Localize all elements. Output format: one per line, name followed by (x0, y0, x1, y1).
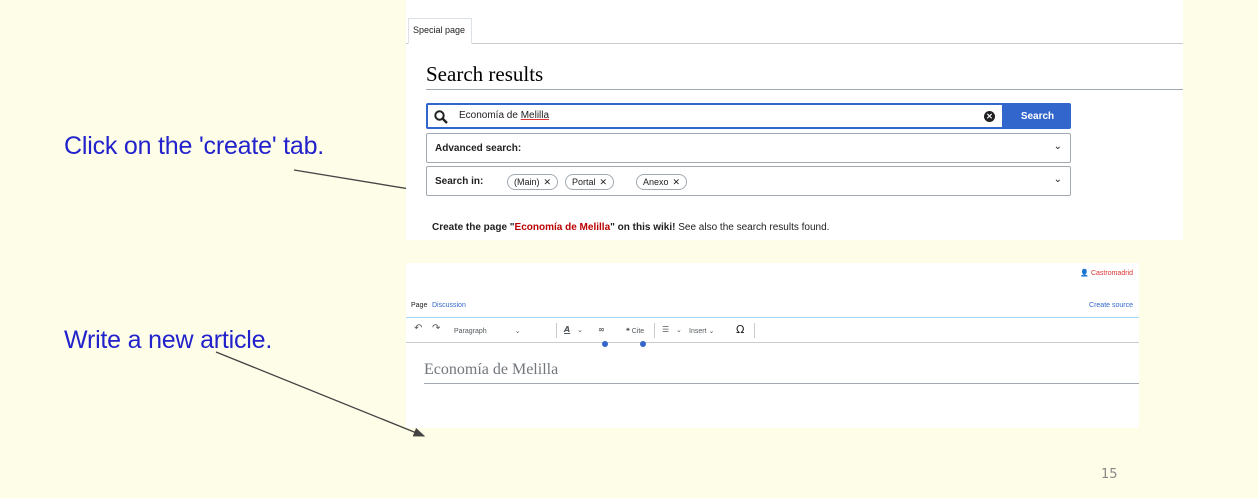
chevron-down-icon: ⌄ (1053, 174, 1062, 185)
create-page-notice: Create the page "Economía de Melilla" on… (432, 222, 829, 233)
tab-create-source[interactable]: Create source (1089, 302, 1133, 309)
username-link[interactable]: Castromadrid (1091, 270, 1133, 277)
toolbar-separator (556, 323, 557, 338)
advanced-search-label: Advanced search: (435, 143, 522, 154)
link-icon[interactable]: ∞ (598, 325, 605, 334)
quote-icon: ❝ (626, 328, 630, 335)
see-also-text: See also the search results found. (675, 222, 830, 233)
article-title-field[interactable]: Economía de Melilla (424, 361, 558, 379)
chevron-down-icon: ⌄ (676, 326, 682, 334)
chevron-down-icon: ⌄ (1053, 141, 1062, 152)
tab-discussion[interactable]: Discussion (432, 302, 466, 309)
text-style-icon[interactable]: A (564, 325, 570, 334)
special-character-icon[interactable]: Ω (736, 323, 744, 336)
namespace-chip-anexo[interactable]: Anexo ✕ (636, 174, 688, 190)
chevron-down-icon: ⌄ (577, 326, 583, 334)
page-tab-bar: Special page (406, 0, 1183, 44)
tab-page[interactable]: Page (411, 302, 427, 309)
search-query-text: Economía de (459, 110, 521, 121)
chevron-down-icon: ⌄ (514, 328, 521, 335)
highlight-dot (602, 341, 608, 347)
toolbar-separator (754, 323, 755, 338)
page-title: Search results (426, 62, 544, 86)
insert-label: Insert (689, 328, 707, 335)
search-results-screenshot: Special page Search results Economía de … (406, 0, 1183, 240)
create-prefix: Create the page " (432, 222, 515, 233)
namespace-label: Anexo (643, 177, 669, 187)
search-in-label: Search in: (435, 176, 484, 187)
paragraph-format-dropdown[interactable]: Paragraph ⌄ (454, 327, 521, 335)
create-page-link[interactable]: Economía de Melilla (515, 222, 611, 233)
heading-divider (426, 89, 1183, 90)
editor-screenshot: 👤 Castromadrid Page Discussion Create sou… (406, 263, 1139, 428)
namespace-chip-portal[interactable]: Portal ✕ (565, 174, 615, 190)
caption-create-tab: Click on the 'create' tab. (64, 132, 325, 160)
redo-icon[interactable]: ↷ (432, 323, 440, 334)
highlight-dot (640, 341, 646, 347)
remove-icon[interactable]: ✕ (673, 178, 681, 188)
create-suffix: " on this wiki! (610, 222, 676, 233)
cite-button[interactable]: ❝ Cite (626, 327, 644, 335)
list-icon[interactable]: ☰ (662, 325, 669, 334)
arrow-to-editor (215, 351, 426, 437)
insert-dropdown[interactable]: Insert ⌄ (689, 327, 714, 335)
namespace-label: (Main) (514, 177, 540, 187)
search-input[interactable]: Economía de Melilla ✕ (426, 103, 1004, 129)
user-icon: 👤 (1080, 269, 1089, 277)
search-in-panel[interactable]: Search in: (Main) ✕ Portal ✕ Anexo ✕ ⌄ (426, 166, 1071, 196)
toolbar-separator (654, 323, 655, 338)
search-query: Economía de Melilla (459, 110, 549, 121)
search-bar: Economía de Melilla ✕ Search (426, 103, 1071, 129)
remove-icon[interactable]: ✕ (600, 178, 608, 188)
advanced-search-panel[interactable]: Advanced search: ⌄ (426, 133, 1071, 163)
cite-label: Cite (631, 328, 645, 335)
clear-icon[interactable]: ✕ (984, 111, 995, 122)
tab-special-page[interactable]: Special page (408, 18, 473, 44)
slide-page-number: 15 (1101, 467, 1118, 482)
undo-icon[interactable]: ↶ (414, 323, 422, 334)
search-query-misspelled: Melilla (520, 110, 550, 121)
title-divider (424, 383, 1139, 384)
caption-write-article: Write a new article. (64, 326, 273, 354)
paragraph-label: Paragraph (454, 328, 487, 335)
search-button[interactable]: Search (1004, 103, 1071, 129)
namespace-label: Portal (572, 177, 596, 187)
user-menu[interactable]: 👤 Castromadrid (1080, 269, 1133, 277)
search-icon (434, 110, 448, 124)
editor-tab-bar: Page Discussion Create source (406, 299, 1139, 318)
editor-toolbar: ↶ ↷ Paragraph ⌄ A ⌄ ∞ ❝ Cite ☰ ⌄ Insert ⌄… (406, 319, 1139, 347)
remove-icon[interactable]: ✕ (544, 178, 552, 188)
namespace-chip-main[interactable]: (Main) ✕ (507, 174, 559, 190)
